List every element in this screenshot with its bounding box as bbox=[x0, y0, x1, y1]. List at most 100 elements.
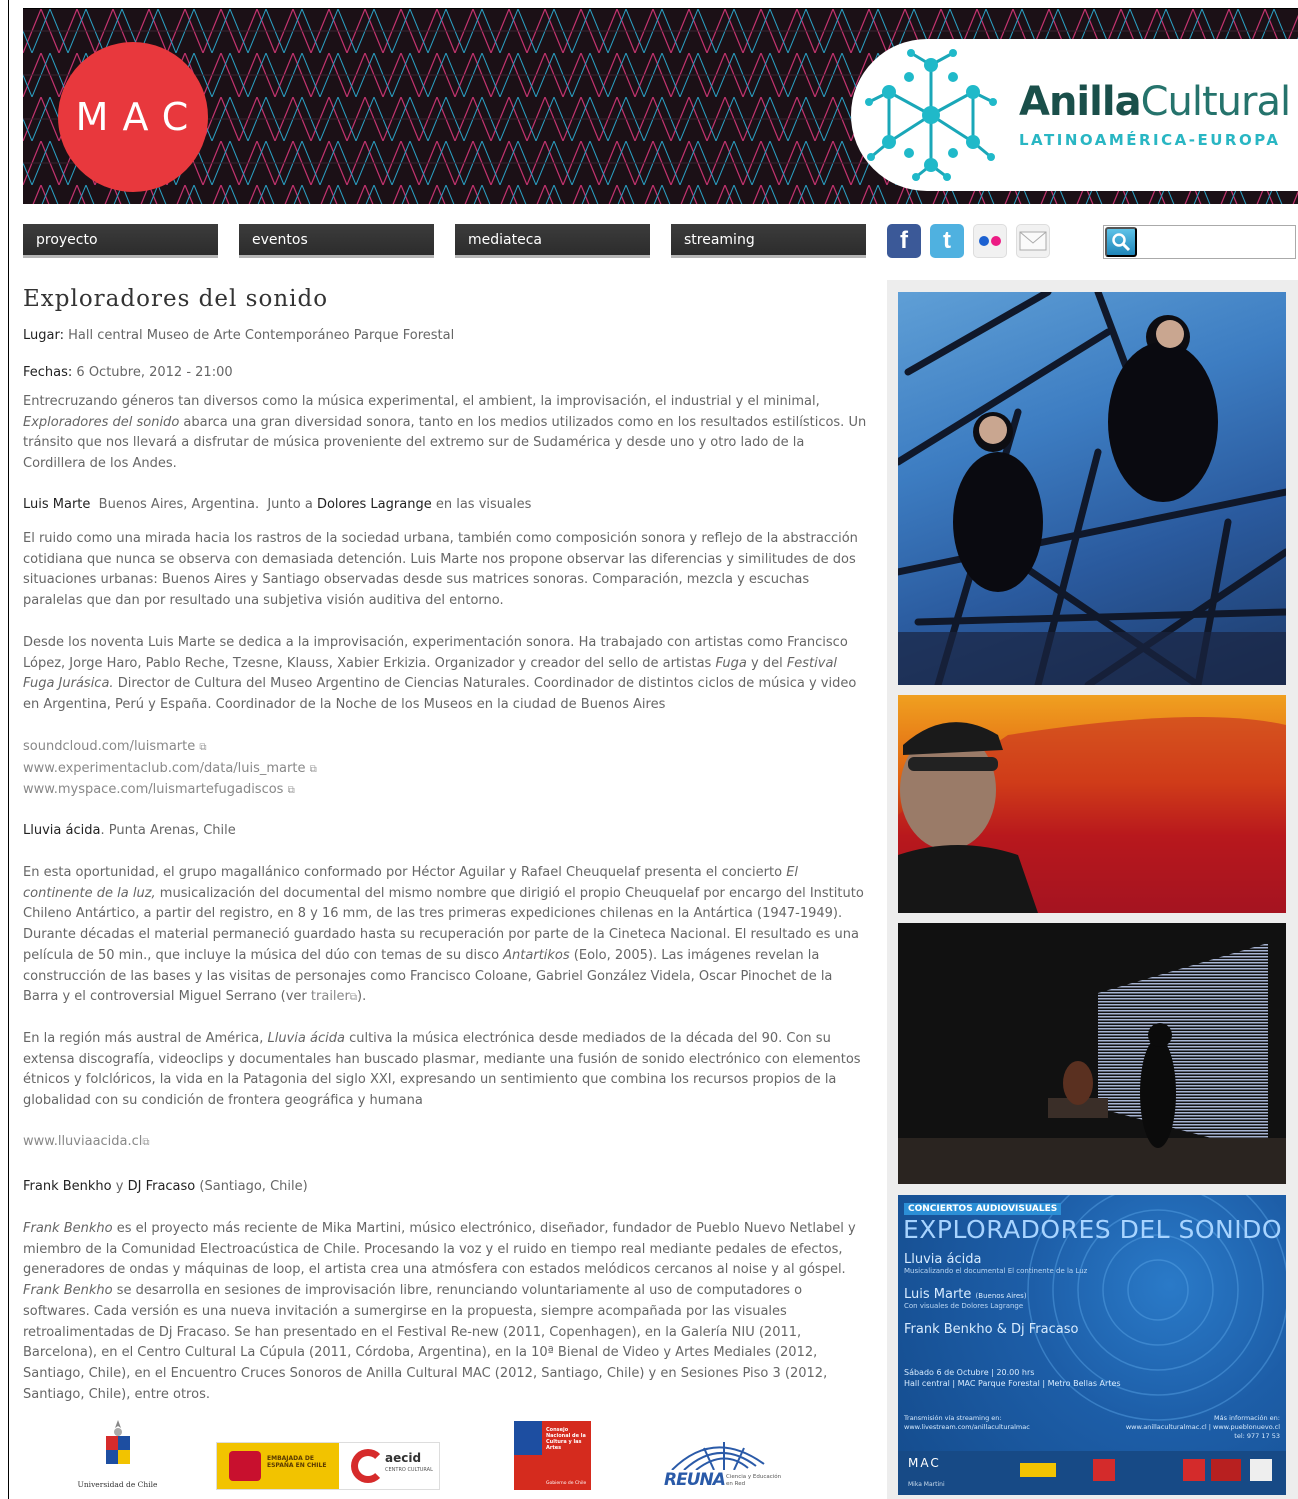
reuna-arcs-icon bbox=[671, 1442, 765, 1470]
nav-eventos[interactable]: eventos bbox=[239, 224, 434, 258]
poster-more-url: www.anillaculturalmac.cl | www.pueblonue… bbox=[1125, 1423, 1280, 1431]
fechas-value: 6 Octubre, 2012 - 21:00 bbox=[76, 365, 233, 380]
lugar-value: Hall central Museo de Arte Contemporáneo… bbox=[68, 328, 455, 343]
fechas-row: Fechas: 6 Octubre, 2012 - 21:00 bbox=[23, 363, 868, 384]
anilla-title-light: Cultural bbox=[1140, 79, 1291, 125]
header-banner: MAC AnillaCultural LATINOAMÉRICA-EUROPA bbox=[23, 8, 1298, 204]
poster-artist-2-sub: Con visuales de Dolores Lagrange bbox=[904, 1302, 1024, 1310]
soundcloud-link[interactable]: soundcloud.com/luismarte ⧉ bbox=[23, 739, 207, 754]
lluvia-heading: Lluvia ácida. Punta Arenas, Chile bbox=[23, 821, 868, 842]
lluviaacida-link-text: www.lluviaacida.cl bbox=[23, 1134, 143, 1149]
lluvia-paragraph-2: En la región más austral de América, Llu… bbox=[23, 1029, 868, 1112]
luis-collab-tail: en las visuales bbox=[431, 497, 532, 512]
lluvia-p2-a: En la región más austral de América, bbox=[23, 1031, 268, 1046]
frank-heading: Frank Benkho y DJ Fracaso (Santiago, Chi… bbox=[23, 1177, 868, 1198]
search-button[interactable] bbox=[1105, 227, 1137, 257]
lluvia-place: . Punta Arenas, Chile bbox=[100, 823, 236, 838]
luis-links: soundcloud.com/luismarte ⧉ www.experimen… bbox=[23, 737, 868, 802]
external-link-icon: ⧉ bbox=[287, 785, 295, 797]
lluviaacida-link[interactable]: www.lluviaacida.cl⧉ bbox=[23, 1134, 150, 1149]
lluvia-paragraph-1: En esta oportunidad, el grupo magallánic… bbox=[23, 863, 868, 1009]
external-link-icon: ⧉ bbox=[349, 992, 358, 1004]
trailer-link[interactable]: trailer⧉ bbox=[311, 989, 357, 1004]
twitter-glyph: t bbox=[943, 227, 951, 254]
poster-mac-logo: MAC bbox=[908, 1456, 941, 1470]
lluvia-p1-a: En esta oportunidad, el grupo magallánic… bbox=[23, 865, 787, 880]
flickr-icon[interactable] bbox=[973, 224, 1007, 258]
luis-p2-b: y del bbox=[746, 655, 787, 671]
external-link-icon: ⧉ bbox=[309, 763, 317, 775]
photo-luis-marte-duo[interactable] bbox=[898, 292, 1286, 685]
uchile-text: Universidad de Chile bbox=[77, 1480, 158, 1489]
nav-mediateca[interactable]: mediateca bbox=[455, 224, 650, 258]
facebook-icon[interactable]: f bbox=[887, 224, 921, 258]
anilla-cultural-logo[interactable]: AnillaCultural LATINOAMÉRICA-EUROPA bbox=[851, 39, 1298, 191]
lluvia-p1-d: ). bbox=[357, 989, 367, 1005]
aecid-text: aecid bbox=[385, 1451, 422, 1465]
search-input[interactable] bbox=[1140, 227, 1292, 257]
frank-italic-1: Frank Benkho bbox=[23, 1221, 113, 1236]
nav-streaming[interactable]: streaming bbox=[671, 224, 866, 258]
experimentaclub-link-text: www.experimentaclub.com/data/luis_marte bbox=[23, 760, 306, 776]
lugar-row: Lugar: Hall central Museo de Arte Contem… bbox=[23, 326, 868, 347]
soundcloud-link-text: soundcloud.com/luismarte bbox=[23, 739, 196, 754]
consejo-cultura-logo[interactable]: Consejo Nacional de la Cultura y las Art… bbox=[514, 1421, 591, 1490]
twitter-icon[interactable]: t bbox=[930, 224, 964, 258]
frank-text-b: se desarrolla en sesiones de improvisaci… bbox=[23, 1283, 828, 1402]
consejo-text: Consejo Nacional de la Cultura y las Art… bbox=[546, 1427, 586, 1451]
frank-place: (Santiago, Chile) bbox=[195, 1179, 308, 1194]
mac-logo[interactable]: MAC bbox=[58, 42, 208, 192]
aecid-c-icon bbox=[351, 1449, 385, 1483]
intro-italic: Exploradores del sonido bbox=[23, 414, 180, 430]
poster-more-label: Más información en: bbox=[1214, 1414, 1280, 1422]
poster-artist-1-sub: Musicalizando el documental El continent… bbox=[904, 1267, 1088, 1275]
reuna-sub-text: Ciencia y Educación en Red bbox=[726, 1474, 782, 1487]
intro-text-1: Entrecruzando géneros tan diversos como … bbox=[23, 394, 820, 409]
embajada-aecid-logo[interactable]: EMBAJADA DE ESPAÑA EN CHILE aecid CENTRO… bbox=[216, 1442, 440, 1490]
chile-flag-icon bbox=[514, 1421, 542, 1455]
embajada-text: EMBAJADA DE ESPAÑA EN CHILE bbox=[267, 1455, 327, 1469]
luis-heading: Luis Marte Buenos Aires, Argentina. Junt… bbox=[23, 495, 868, 516]
uchile-crest-icon bbox=[105, 1420, 130, 1464]
frank-italic-2: Frank Benkho bbox=[23, 1283, 113, 1299]
photo-performance[interactable] bbox=[898, 923, 1286, 1184]
trailer-link-text: trailer bbox=[310, 989, 350, 1005]
poster-date: Sábado 6 de Octubre | 20.00 hrs bbox=[904, 1368, 1035, 1377]
luis-paragraph-2: Desde los noventa Luis Marte se dedica a… bbox=[23, 633, 868, 716]
poster-phone: tel: 977 17 53 bbox=[1234, 1432, 1280, 1440]
photo-duo-drawing bbox=[898, 292, 1286, 685]
event-poster[interactable]: CONCIERTOS AUDIOVISUALES EXPLORADORES DE… bbox=[898, 1195, 1286, 1495]
reuna-text: REUNA bbox=[664, 1470, 726, 1490]
experimentaclub-link[interactable]: www.experimentaclub.com/data/luis_marte … bbox=[23, 761, 317, 776]
frank-text-a: es el proyecto más reciente de Mika Mart… bbox=[23, 1221, 856, 1278]
intro-paragraph: Entrecruzando géneros tan diversos como … bbox=[23, 392, 868, 475]
nav-proyecto[interactable]: proyecto bbox=[23, 224, 218, 258]
poster-stream-url: www.livestream.com/anillaculturalmac bbox=[904, 1423, 1030, 1431]
poster-credit: Mika Martini bbox=[908, 1481, 945, 1488]
embajada-espana-logo: EMBAJADA DE ESPAÑA EN CHILE bbox=[217, 1443, 339, 1489]
myspace-link[interactable]: www.myspace.com/luismartefugadiscos ⧉ bbox=[23, 782, 295, 797]
flickr-dots bbox=[979, 236, 1001, 246]
network-molecule-icon bbox=[865, 49, 997, 181]
frank-paragraph: Frank Benkho es el proyecto más reciente… bbox=[23, 1219, 868, 1405]
poster-artist-2-city: (Buenos Aires) bbox=[975, 1292, 1027, 1300]
frank-name: Frank Benkho bbox=[23, 1179, 112, 1194]
spain-coat-icon bbox=[229, 1451, 261, 1481]
luis-collab: Dolores Lagrange bbox=[316, 497, 432, 512]
fechas-label: Fechas: bbox=[23, 365, 73, 380]
envelope-shape bbox=[1019, 231, 1047, 251]
poster-sponsor-strip: MAC Mika Martini bbox=[898, 1451, 1286, 1495]
anilla-title-bold: Anilla bbox=[1019, 79, 1142, 125]
photo-frank-benkho[interactable] bbox=[898, 695, 1286, 913]
luis-place: Buenos Aires, Argentina. Junto a bbox=[90, 497, 317, 512]
sidebar-gallery: CONCIERTOS AUDIOVISUALES EXPLORADORES DE… bbox=[887, 280, 1298, 1499]
poster-cnca-logo bbox=[1093, 1459, 1115, 1481]
page-title: Exploradores del sonido bbox=[23, 286, 329, 312]
consejo-sub-text: Gobierno de Chile bbox=[546, 1481, 587, 1486]
mail-icon[interactable] bbox=[1016, 224, 1050, 258]
reuna-logo[interactable]: REUNA Ciencia y Educación en Red bbox=[664, 1434, 782, 1492]
external-link-icon: ⧉ bbox=[142, 1137, 150, 1148]
facebook-glyph: f bbox=[900, 227, 908, 254]
universidad-de-chile-logo[interactable]: Universidad de Chile bbox=[70, 1418, 165, 1492]
poster-artist-1: Lluvia ácida bbox=[904, 1252, 982, 1267]
